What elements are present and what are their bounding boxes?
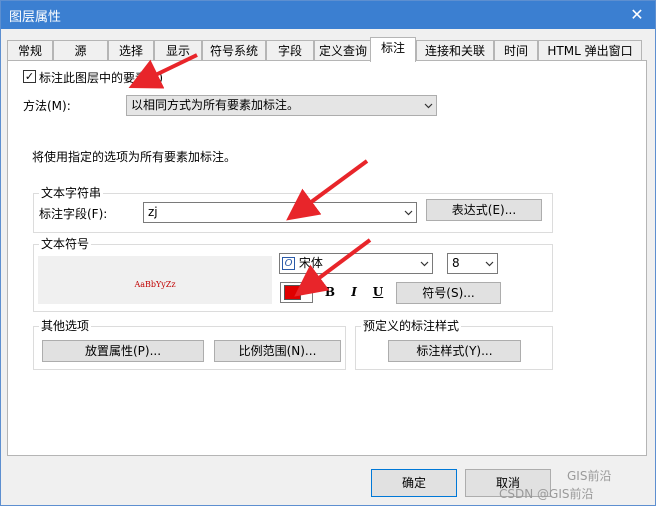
- tab-labels[interactable]: 标注: [370, 37, 416, 62]
- ok-button[interactable]: 确定: [371, 469, 457, 497]
- annotation-arrows: [128, 53, 372, 297]
- annotation-arrow: [128, 53, 198, 89]
- annotation-arrow: [294, 238, 372, 297]
- annotation-arrow: [286, 159, 369, 221]
- layer-properties-dialog: 图层属性 ✕ 常规 源 选择 显示 符号系统 字段 定义查询 标注 连接和关联 …: [0, 0, 656, 506]
- watermark-brand: GIS前沿: [567, 469, 612, 483]
- watermark-credit: CSDN @GIS前沿: [499, 487, 594, 501]
